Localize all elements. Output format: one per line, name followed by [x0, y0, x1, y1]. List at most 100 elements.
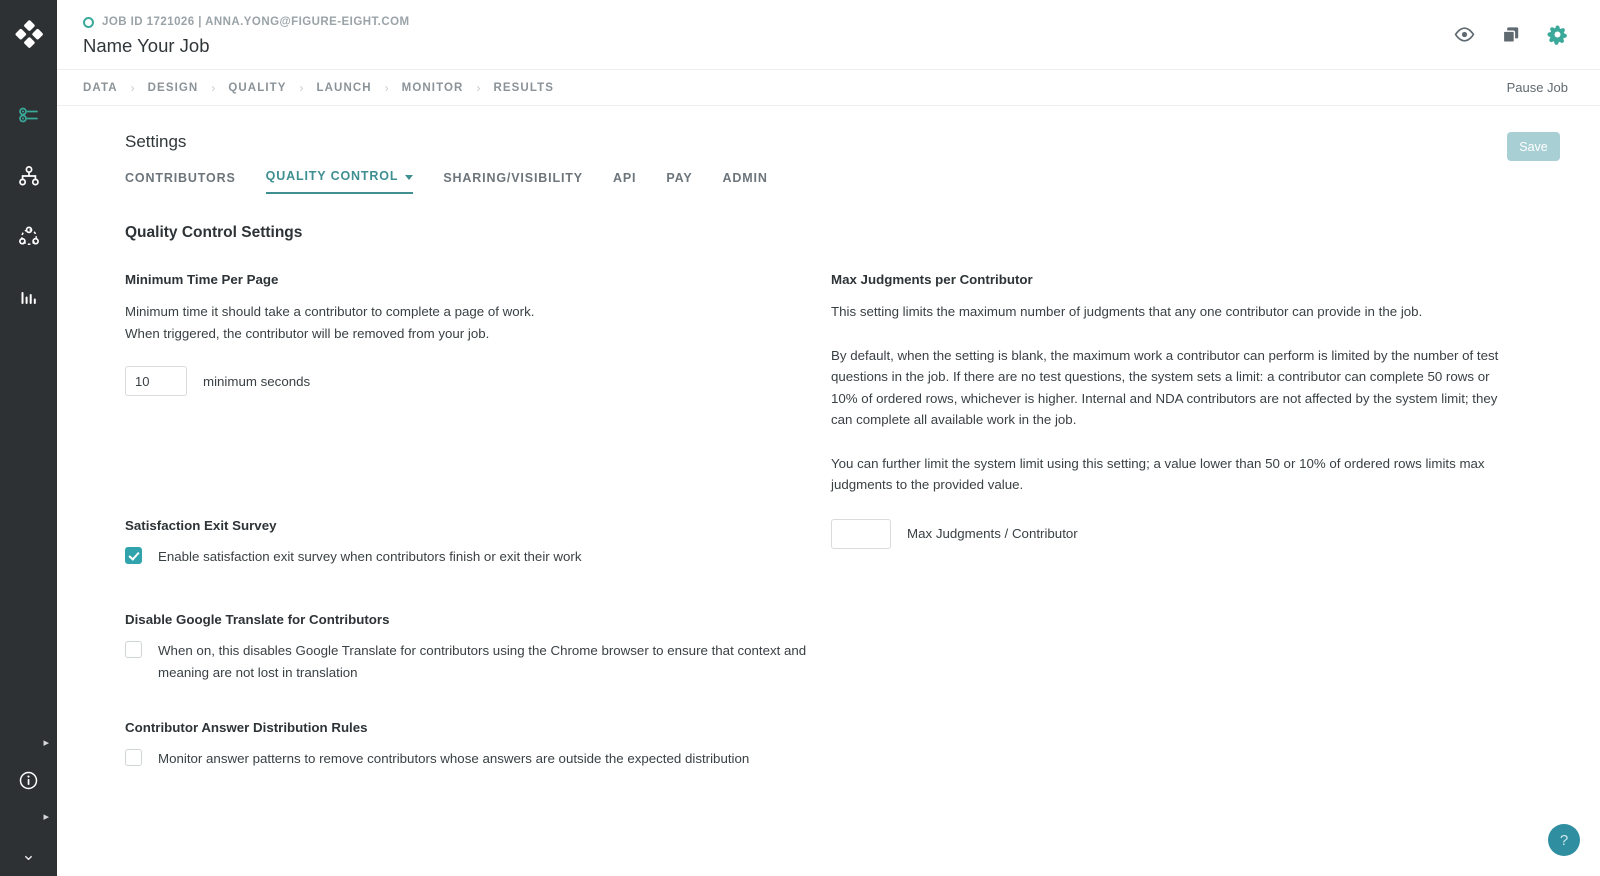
gear-icon[interactable]	[1547, 24, 1568, 45]
caret-right-icon-2: ▸	[43, 810, 49, 823]
breadcrumb-separator: ›	[384, 80, 389, 95]
left-nav-rail: ▸ ▸ ⌄	[0, 0, 57, 876]
copy-icon[interactable]	[1501, 25, 1521, 45]
exit-survey-checkbox[interactable]	[125, 547, 142, 564]
rail-bottom-controls: ▸ ▸ ⌄	[0, 728, 57, 876]
hierarchy-icon	[18, 165, 40, 187]
chevron-down-icon: ⌄	[21, 844, 36, 864]
exit-survey-row[interactable]: Enable satisfaction exit survey when con…	[125, 546, 831, 568]
tab-pay[interactable]: PAY	[666, 171, 692, 194]
min-time-field-row: minimum seconds	[125, 366, 831, 396]
rail-expand-arrow-top[interactable]: ▸	[0, 728, 57, 758]
main-area: JOB ID 1721026 | ANNA.YONG@FIGURE-EIGHT.…	[57, 0, 1600, 876]
job-status-dot	[83, 16, 94, 28]
breadcrumb-list: DATA › DESIGN › QUALITY › LAUNCH › MONIT…	[83, 81, 554, 95]
google-translate-row[interactable]: When on, this disables Google Translate …	[125, 640, 831, 684]
max-judgments-p2: By default, when the setting is blank, t…	[831, 347, 1499, 428]
tab-label: ADMIN	[722, 171, 768, 185]
tab-quality-control[interactable]: QUALITY CONTROL	[265, 169, 414, 194]
max-judgments-block: Max Judgments per Contributor This setti…	[831, 272, 1503, 549]
section-title: Quality Control Settings	[125, 224, 303, 241]
settings-inner: Save Settings CONTRIBUTORS QUALITY CONTR…	[57, 132, 1600, 770]
exit-survey-title: Satisfaction Exit Survey	[125, 518, 277, 533]
sidebar-item-info[interactable]	[0, 758, 57, 802]
bar-chart-icon	[18, 287, 40, 309]
info-icon	[19, 771, 38, 790]
breadcrumb-item-monitor[interactable]: MONITOR	[402, 82, 464, 94]
answer-distribution-checkbox[interactable]	[125, 749, 142, 766]
sidebar-item-workflow[interactable]	[0, 145, 57, 206]
rail-item-list	[0, 84, 57, 328]
figure-eight-logo[interactable]	[0, 5, 57, 62]
settings-content: Save Settings CONTRIBUTORS QUALITY CONTR…	[57, 106, 1600, 876]
tab-api[interactable]: API	[613, 171, 636, 194]
disable-google-translate-block: Disable Google Translate for Contributor…	[125, 612, 831, 684]
tab-sharing-visibility[interactable]: SHARING/VISIBILITY	[443, 171, 583, 194]
breadcrumb-separator: ›	[130, 80, 135, 95]
max-judgments-p3: You can further limit the system limit u…	[831, 455, 1485, 493]
google-translate-title: Disable Google Translate for Contributor…	[125, 612, 390, 627]
min-time-per-page-block: Minimum Time Per Page Minimum time it sh…	[125, 272, 831, 396]
tab-label: QUALITY CONTROL	[265, 169, 399, 183]
breadcrumb-item-design[interactable]: DESIGN	[148, 82, 199, 94]
answer-distribution-title: Contributor Answer Distribution Rules	[125, 720, 368, 735]
min-time-desc-line2: When triggered, the contributor will be …	[125, 325, 490, 341]
breadcrumb-item-launch[interactable]: LAUNCH	[317, 82, 372, 94]
breadcrumb-separator: ›	[211, 80, 216, 95]
breadcrumb-separator: ›	[476, 80, 481, 95]
job-header-left: JOB ID 1721026 | ANNA.YONG@FIGURE-EIGHT.…	[83, 12, 410, 57]
pause-job-button[interactable]: Pause Job	[1507, 80, 1576, 95]
network-nodes-icon	[18, 226, 40, 248]
rail-collapse-chevron[interactable]: ⌄	[0, 832, 57, 876]
settings-right-column: Max Judgments per Contributor This setti…	[831, 272, 1503, 770]
job-header: JOB ID 1721026 | ANNA.YONG@FIGURE-EIGHT.…	[57, 0, 1600, 70]
minimum-seconds-label: minimum seconds	[203, 373, 311, 389]
sidebar-item-job-list[interactable]	[0, 84, 57, 145]
rail-expand-arrow-bottom[interactable]: ▸	[0, 802, 57, 832]
settings-columns: Minimum Time Per Page Minimum time it sh…	[125, 272, 1560, 770]
max-judgments-input[interactable]	[831, 518, 891, 549]
sidebar-item-connections[interactable]	[0, 206, 57, 267]
min-time-desc-line1: Minimum time it should take a contributo…	[125, 304, 535, 319]
max-judgments-p1: This setting limits the maximum number o…	[831, 304, 1423, 319]
max-judgments-field-row: Max Judgments / Contributor	[831, 518, 1503, 549]
job-header-actions	[1454, 24, 1576, 45]
breadcrumb: DATA › DESIGN › QUALITY › LAUNCH › MONIT…	[57, 70, 1600, 106]
max-judgments-field-label: Max Judgments / Contributor	[907, 526, 1078, 541]
tab-label: CONTRIBUTORS	[125, 171, 236, 185]
chevron-down-icon	[405, 174, 414, 180]
help-button[interactable]: ?	[1548, 824, 1580, 856]
app-root: ▸ ▸ ⌄ JOB ID 1721026 | ANNA.YONG@FIGURE-…	[0, 0, 1600, 876]
tab-contributors[interactable]: CONTRIBUTORS	[125, 171, 236, 194]
list-settings-icon	[18, 104, 40, 126]
answer-distribution-label: Monitor answer patterns to remove contri…	[158, 751, 750, 766]
save-button[interactable]: Save	[1507, 132, 1560, 161]
sidebar-item-analytics[interactable]	[0, 267, 57, 328]
settings-left-column: Minimum Time Per Page Minimum time it sh…	[125, 272, 831, 770]
min-time-title: Minimum Time Per Page	[125, 272, 279, 287]
exit-survey-label: Enable satisfaction exit survey when con…	[158, 549, 582, 564]
answer-distribution-block: Contributor Answer Distribution Rules Mo…	[125, 720, 831, 770]
tab-label: PAY	[666, 171, 693, 185]
minimum-seconds-input[interactable]	[125, 366, 187, 396]
job-meta-row: JOB ID 1721026 | ANNA.YONG@FIGURE-EIGHT.…	[83, 16, 410, 28]
tab-label: SHARING/VISIBILITY	[443, 171, 583, 185]
breadcrumb-item-results[interactable]: RESULTS	[493, 82, 554, 94]
min-time-desc: Minimum time it should take a contributo…	[125, 301, 831, 344]
eye-icon[interactable]	[1454, 27, 1475, 42]
settings-title: Settings	[125, 132, 187, 151]
settings-tabs: CONTRIBUTORS QUALITY CONTROL SHARING/VIS…	[125, 169, 1560, 194]
google-translate-checkbox[interactable]	[125, 641, 142, 658]
breadcrumb-item-quality[interactable]: QUALITY	[228, 82, 286, 94]
caret-right-icon: ▸	[43, 736, 49, 749]
answer-distribution-row[interactable]: Monitor answer patterns to remove contri…	[125, 748, 831, 770]
satisfaction-exit-survey-block: Satisfaction Exit Survey Enable satisfac…	[125, 518, 831, 568]
tab-label: API	[612, 171, 637, 185]
breadcrumb-separator: ›	[299, 80, 304, 95]
job-meta-text: JOB ID 1721026 | ANNA.YONG@FIGURE-EIGHT.…	[102, 16, 410, 28]
google-translate-label: When on, this disables Google Translate …	[158, 643, 807, 680]
breadcrumb-item-data[interactable]: DATA	[83, 82, 118, 94]
max-judgments-title: Max Judgments per Contributor	[831, 272, 1033, 287]
page-title: Name Your Job	[83, 35, 210, 56]
tab-admin[interactable]: ADMIN	[723, 171, 768, 194]
